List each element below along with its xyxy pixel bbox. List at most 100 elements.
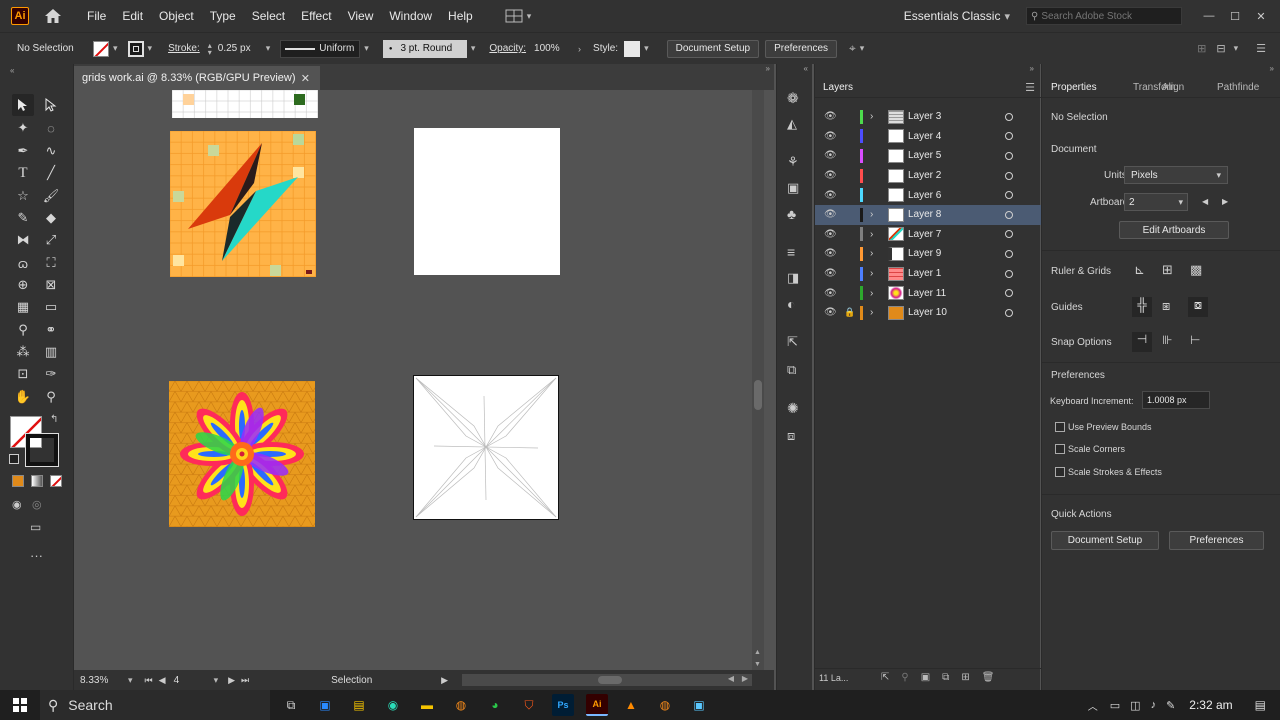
layer-row[interactable]: 👁 Layer 2 [815, 166, 1041, 186]
selection-tool-icon[interactable] [12, 94, 34, 116]
layer-row[interactable]: 👁 🔒 › Layer 10 [815, 303, 1041, 323]
pen-tool-icon[interactable]: ✒ [12, 140, 34, 162]
canvas[interactable]: ▲ ▼ [74, 90, 764, 670]
snap-to-point-icon[interactable]: ⊣ [1132, 332, 1152, 352]
blender-icon[interactable]: ◍ [450, 694, 472, 716]
puppet-warp-icon[interactable]: ⚘ [787, 154, 799, 170]
toolbar-collapse-icon[interactable]: « [10, 66, 14, 75]
stroke-panel-icon[interactable]: ≡ [787, 244, 795, 260]
transparency-panel-icon[interactable]: ◐ [787, 296, 795, 312]
visibility-eye-icon[interactable]: 👁 [824, 131, 837, 142]
layer-name[interactable]: Layer 7 [908, 229, 941, 240]
gradient-mode-button[interactable] [31, 475, 43, 487]
image-trace-icon[interactable]: ◭ [787, 116, 797, 132]
layer-target-icon[interactable] [1005, 191, 1013, 200]
vlc-icon[interactable]: ▲ [620, 694, 642, 716]
clipping-mask-icon[interactable]: ▣ [921, 672, 930, 683]
collect-export-icon[interactable]: ⇱ [881, 672, 889, 683]
artboard-select[interactable]: 2 ▾ [1124, 193, 1188, 211]
chevron-down-icon[interactable]: ▾ [113, 43, 118, 54]
layer-row[interactable]: 👁 Layer 4 [815, 127, 1041, 147]
export-icon[interactable]: ⇱ [787, 334, 798, 350]
layer-name[interactable]: Layer 1 [908, 268, 941, 279]
layer-target-icon[interactable] [1005, 151, 1013, 160]
libraries-icon[interactable]: ▣ [787, 180, 799, 196]
expand-chevron-icon[interactable]: › [870, 229, 873, 240]
layer-target-icon[interactable] [1005, 210, 1013, 219]
adobe-stock-search-input[interactable] [1041, 10, 1172, 22]
menu-edit[interactable]: Edit [114, 9, 151, 23]
layer-row[interactable]: 👁 › Layer 3 [815, 107, 1041, 127]
curvature-tool-icon[interactable]: ∿ [40, 140, 62, 162]
close-tab-icon[interactable]: ✕ [301, 72, 310, 85]
artboard-star-lines[interactable] [413, 375, 559, 520]
artboard-partial-grid[interactable] [172, 90, 318, 118]
shape-builder-tool-icon[interactable]: ⊕ [12, 274, 34, 296]
eraser-tool-icon[interactable]: ◆ [40, 207, 62, 229]
illustrator-taskbar-icon[interactable]: Ai [586, 694, 608, 716]
visibility-eye-icon[interactable]: 👁 [824, 288, 837, 299]
fill-swatch[interactable] [93, 40, 109, 57]
layer-name[interactable]: Layer 5 [908, 150, 941, 161]
adobe-stock-search[interactable]: ⚲ [1026, 7, 1182, 25]
expand-chevron-icon[interactable]: › [870, 268, 873, 279]
layer-target-icon[interactable] [1005, 171, 1013, 180]
visibility-eye-icon[interactable]: 👁 [824, 190, 837, 201]
layer-row[interactable]: 👁 Layer 6 [815, 185, 1041, 205]
units-select[interactable]: Pixels ▾ [1124, 166, 1228, 184]
chevron-down-icon[interactable]: ▾ [364, 43, 369, 54]
strip-collapse-icon[interactable]: « [804, 64, 808, 73]
locate-object-icon[interactable]: ⚲ [901, 672, 908, 683]
appearance-icon[interactable]: ❁ [787, 90, 799, 107]
lasso-tool-icon[interactable]: ◌ [40, 117, 62, 139]
style-swatch[interactable] [624, 40, 641, 57]
app-window-icon[interactable]: ▣ [688, 694, 710, 716]
menu-type[interactable]: Type [202, 9, 244, 23]
layer-row[interactable]: 👁 › Layer 1 [815, 264, 1041, 284]
snap-to-glyph-icon[interactable]: ⊢ [1190, 333, 1200, 347]
visibility-eye-icon[interactable]: 👁 [824, 111, 837, 122]
free-transform-tool-icon[interactable]: ⛶ [40, 252, 62, 274]
screen-mode-icon[interactable]: ▭ [30, 520, 41, 534]
last-artboard-icon[interactable]: ⏭ [241, 675, 249, 686]
stroke-color-box[interactable] [25, 433, 59, 467]
show-guides-icon[interactable]: ╬ [1132, 297, 1152, 317]
distribute-icon[interactable]: ⊟ [1216, 42, 1225, 55]
symbol-sprayer-tool-icon[interactable]: ⁂ [12, 341, 34, 363]
more-tools-icon[interactable]: ··· [30, 548, 43, 563]
default-fill-stroke-icon[interactable] [9, 454, 19, 464]
mesh-tool-icon[interactable]: ▦ [12, 296, 34, 318]
layer-name[interactable]: Layer 8 [908, 209, 941, 220]
horizontal-scrollbar[interactable]: ◀ ▶ [462, 674, 753, 686]
draw-behind-icon[interactable]: ◎ [32, 498, 42, 511]
layer-target-icon[interactable] [1005, 132, 1013, 141]
next-artboard-icon[interactable]: ▶ [1222, 197, 1228, 206]
layer-target-icon[interactable] [1005, 249, 1013, 258]
quick-preferences-button[interactable]: Preferences [1169, 531, 1264, 550]
shaper-tool-icon[interactable]: ✎ [12, 207, 34, 229]
asset-export-icon[interactable]: ⧈ [787, 428, 795, 444]
swap-fill-stroke-icon[interactable]: ↰ [50, 414, 58, 425]
home-icon[interactable] [43, 6, 63, 26]
layer-row[interactable]: 👁 › Layer 8 [815, 205, 1041, 225]
maximize-button[interactable]: ☐ [1222, 10, 1248, 23]
preferences-button[interactable]: Preferences [765, 39, 838, 58]
chevron-right-icon[interactable]: › [578, 44, 581, 54]
lock-guides-icon[interactable]: ⧆ [1162, 298, 1170, 314]
direct-selection-tool-icon[interactable] [40, 94, 62, 116]
visibility-eye-icon[interactable]: 👁 [824, 150, 837, 161]
snap-to-pixel-icon[interactable]: ⊪ [1162, 333, 1172, 347]
menu-window[interactable]: Window [381, 9, 440, 23]
line-segment-tool-icon[interactable]: ╱ [40, 162, 62, 184]
show-hidden-icons[interactable]: ︿ [1088, 698, 1098, 713]
reflect-tool-icon[interactable]: ⧓ [12, 229, 34, 251]
visibility-eye-icon[interactable]: 👁 [824, 209, 837, 220]
layers-panel-menu-icon[interactable]: ☰ [1025, 81, 1035, 94]
stroke-weight-field[interactable]: 0.25 px [218, 43, 262, 54]
edge-icon[interactable]: ◉ [382, 694, 404, 716]
desktop-icon[interactable]: ▣ [314, 694, 336, 716]
minimize-button[interactable]: — [1196, 10, 1222, 22]
layer-row[interactable]: 👁 Layer 5 [815, 146, 1041, 166]
chevron-down-icon[interactable]: ▾ [860, 43, 865, 54]
zoom-tool-icon[interactable]: ⚲ [40, 386, 62, 408]
